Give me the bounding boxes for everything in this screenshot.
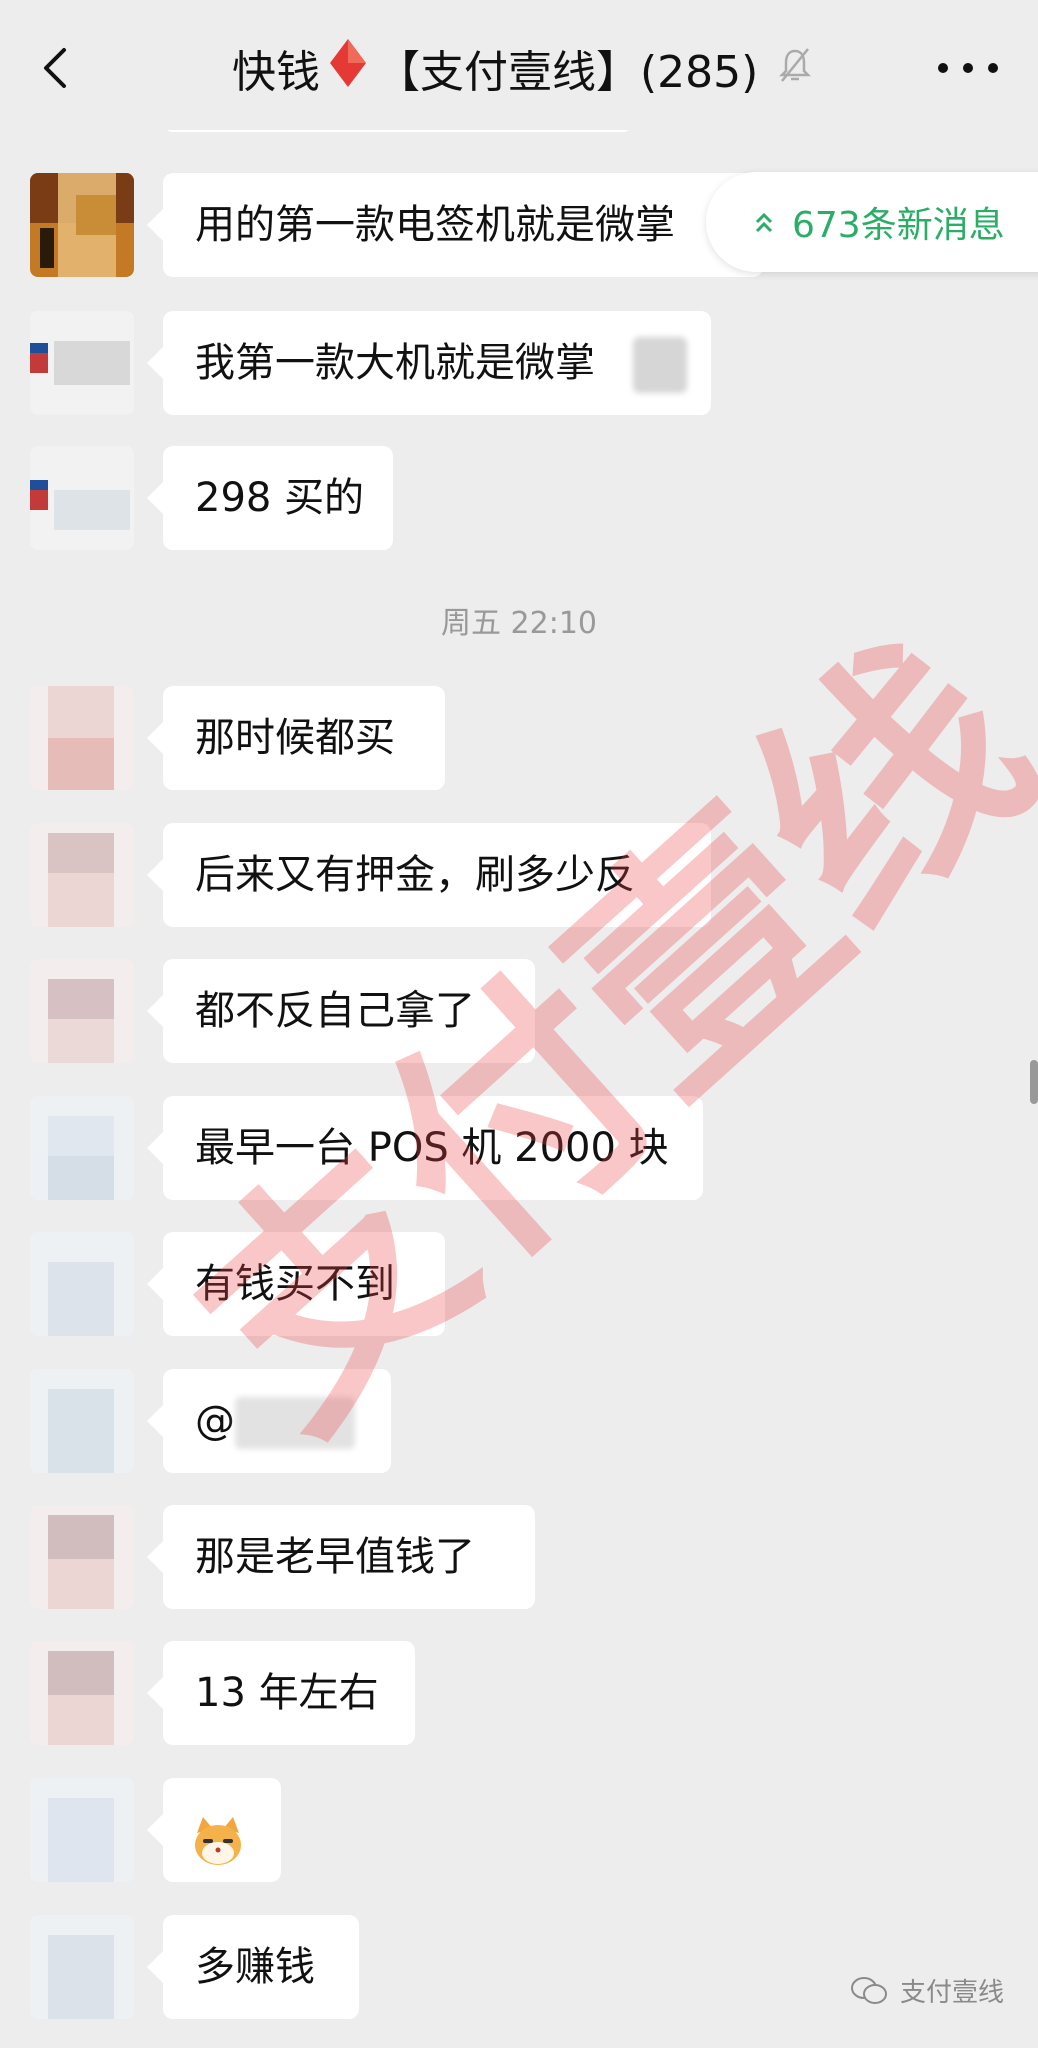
avatar[interactable] xyxy=(30,1778,134,1882)
message-bubble: 用的第一款电签机就是微掌 xyxy=(147,173,763,277)
more-icon-dot xyxy=(963,63,973,73)
message-bubble: @ xyxy=(147,1369,391,1473)
avatar[interactable] xyxy=(30,1915,134,2019)
avatar[interactable] xyxy=(30,1505,134,1609)
avatar[interactable] xyxy=(30,1232,134,1336)
avatar[interactable] xyxy=(30,173,134,277)
scrollbar-thumb[interactable] xyxy=(1030,1060,1038,1104)
mute-bell-icon xyxy=(778,43,812,94)
chat-title-name: 快钱 xyxy=(232,47,320,98)
chat-header: 快钱 【支付壹线】(285) xyxy=(0,0,1038,130)
avatar[interactable] xyxy=(30,823,134,927)
message-bubble: 13 年左右 xyxy=(147,1641,415,1745)
chat-title-group: 【支付壹线】(285) xyxy=(376,47,759,98)
message-row: @ xyxy=(0,1369,1038,1473)
message-row: 我第一款大机就是微掌 xyxy=(0,311,1038,415)
more-button[interactable] xyxy=(938,48,998,88)
new-messages-label: 673条新消息 xyxy=(792,205,1005,246)
more-icon-dot xyxy=(938,63,948,73)
back-button[interactable] xyxy=(30,38,80,98)
message-row: 后来又有押金，刷多少反 xyxy=(0,823,1038,927)
more-icon-dot xyxy=(988,63,998,73)
avatar[interactable] xyxy=(30,1096,134,1200)
message-row xyxy=(0,1778,1038,1882)
message-row: 那是老早值钱了 xyxy=(0,1505,1038,1609)
redacted-patch xyxy=(235,1397,355,1449)
message-row: 那时候都买 xyxy=(0,686,1038,790)
avatar[interactable] xyxy=(30,686,134,790)
emoji-cat-icon xyxy=(191,1804,245,1908)
mention-text: @ xyxy=(195,1398,235,1444)
chat-screen: 快钱 【支付壹线】(285) 用的第一款电签机就是微掌 我第一款大机就是微掌 2… xyxy=(0,0,1038,2048)
message-row: 298 买的 xyxy=(0,446,1038,550)
avatar[interactable] xyxy=(30,1369,134,1473)
message-bubble: 我第一款大机就是微掌 xyxy=(147,311,711,415)
avatar[interactable] xyxy=(30,446,134,550)
message-bubble: 那时候都买 xyxy=(147,686,445,790)
double-chevron-up-icon xyxy=(754,202,774,243)
message-bubble: 都不反自己拿了 xyxy=(147,959,535,1063)
message-row: 最早一台 POS 机 2000 块 xyxy=(0,1096,1038,1200)
message-row: 都不反自己拿了 xyxy=(0,959,1038,1063)
message-bubble: 最早一台 POS 机 2000 块 xyxy=(147,1096,703,1200)
avatar[interactable] xyxy=(30,959,134,1063)
message-bubble xyxy=(147,1778,281,1882)
avatar[interactable] xyxy=(30,311,134,415)
message-bubble: 后来又有押金，刷多少反 xyxy=(147,823,711,927)
account-name: 支付壹线 xyxy=(899,1978,1004,2008)
diamond-icon xyxy=(328,37,368,100)
message-row: 有钱买不到 xyxy=(0,1232,1038,1336)
message-text: 我第一款大机就是微掌 xyxy=(195,340,595,386)
account-watermark: 支付壹线 xyxy=(850,1972,1004,2009)
back-arrow-icon xyxy=(44,48,66,88)
message-bubble: 有钱买不到 xyxy=(147,1232,445,1336)
message-bubble: 那是老早值钱了 xyxy=(147,1505,535,1609)
new-messages-button[interactable]: 673条新消息 xyxy=(706,172,1038,272)
redacted-patch xyxy=(633,337,687,393)
chat-title: 快钱 【支付壹线】(285) xyxy=(232,36,812,100)
avatar[interactable] xyxy=(30,1641,134,1745)
message-bubble: 多赚钱 xyxy=(147,1915,359,2019)
message-bubble: 298 买的 xyxy=(147,446,393,550)
time-separator: 周五 22:10 xyxy=(441,606,597,641)
wechat-icon xyxy=(850,1976,887,2004)
message-row: 13 年左右 xyxy=(0,1641,1038,1745)
